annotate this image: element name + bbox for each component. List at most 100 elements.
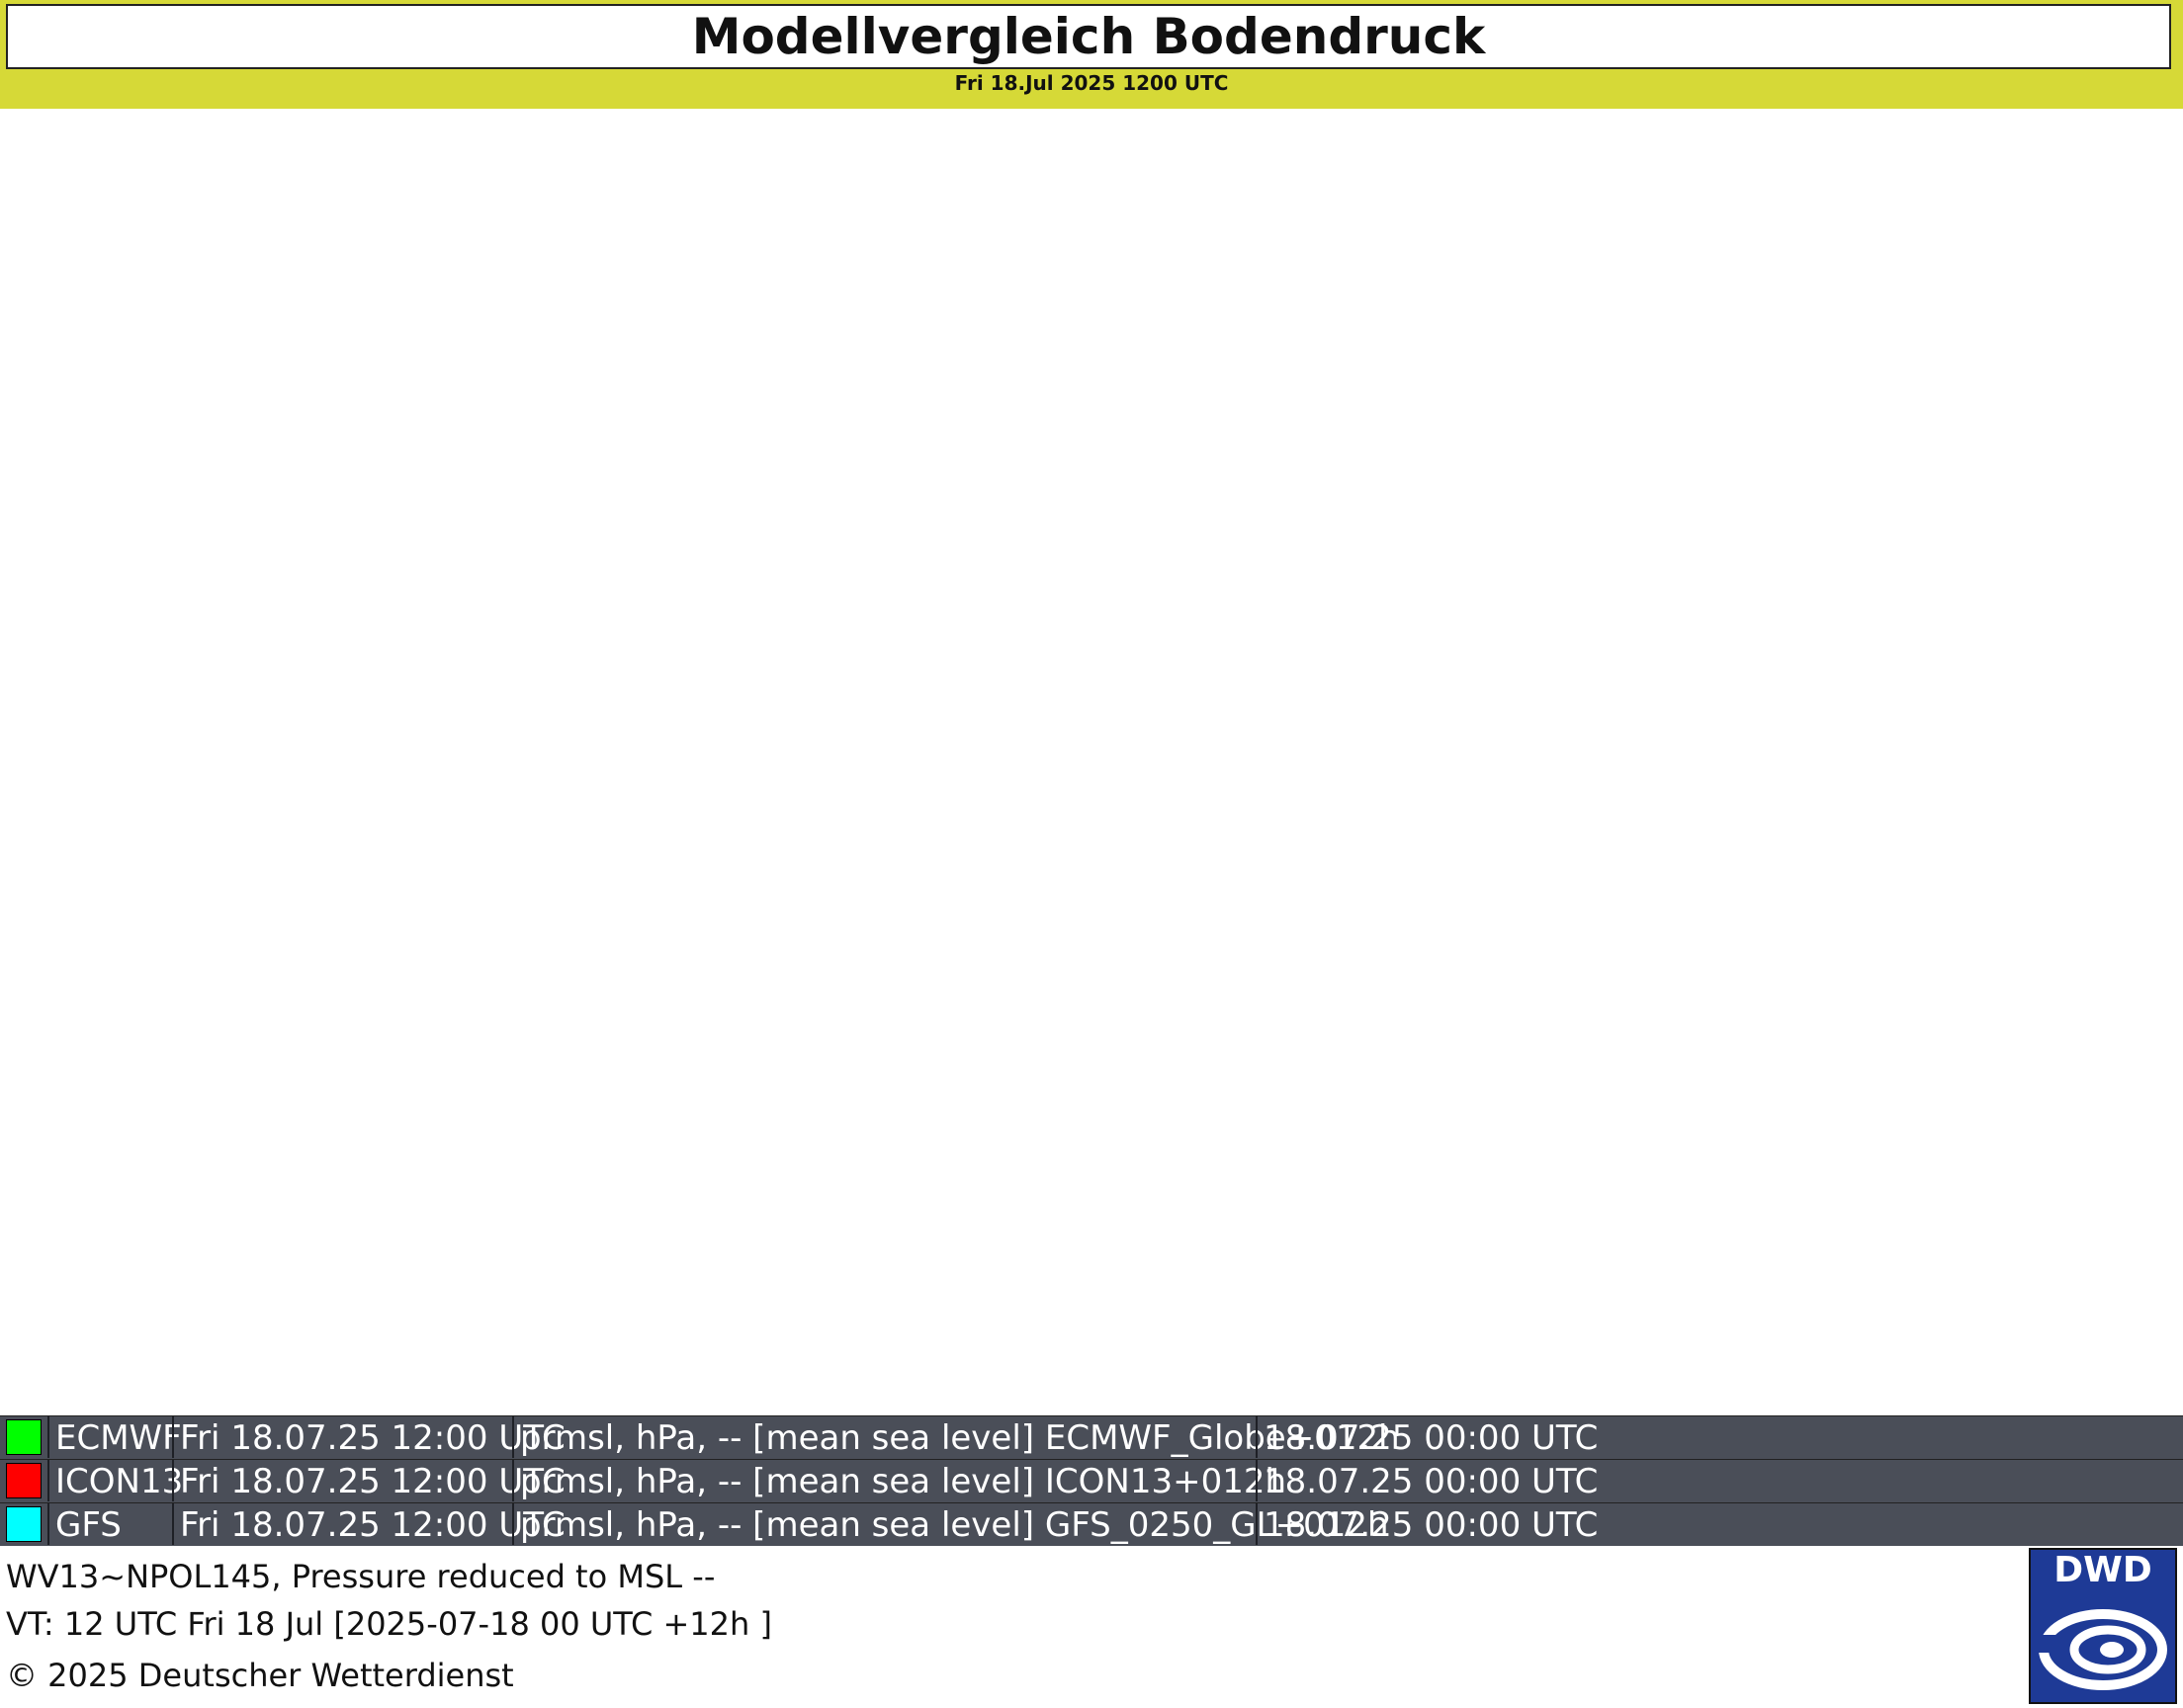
high-marker: H — [464, 516, 490, 554]
legend-row-gfs: GFS Fri 18.07.25 12:00 UTC prmsl, hPa, -… — [0, 1502, 2183, 1545]
high-marker: H — [2037, 633, 2063, 670]
high-marker: H — [1798, 1360, 1825, 1398]
page-title: Modellvergleich Bodendruck — [691, 8, 1486, 65]
high-marker: H — [432, 502, 459, 540]
isobar-label: 1012 — [78, 1181, 167, 1247]
low-marker: T — [190, 860, 212, 897]
legend-model: GFS — [55, 1505, 122, 1545]
title-box: Modellvergleich Bodendruck — [6, 4, 2171, 69]
high-marker: H — [561, 608, 587, 645]
legend-valid-time: Fri 18.07.25 12:00 UTC — [180, 1418, 566, 1458]
isobar-label: 1012 — [22, 626, 76, 715]
low-marker: T — [1472, 811, 1494, 848]
graticule-label: 0 — [499, 1317, 517, 1349]
legend-description: prmsl, hPa, -- [mean sea level] GFS_0250… — [520, 1505, 1389, 1545]
high-marker: H — [1868, 1190, 1894, 1228]
low-marker: T — [1286, 148, 1308, 186]
high-marker: H — [469, 1396, 495, 1415]
high-marker: H — [1909, 947, 1936, 984]
graticule-label: 85 — [615, 168, 651, 201]
graticule-label: 150 — [1271, 170, 1324, 203]
svalbard-landmass — [750, 1185, 940, 1415]
high-marker: H — [347, 330, 374, 368]
low-marker: T — [203, 561, 224, 599]
isobar-label: 1012 — [87, 222, 170, 257]
dwd-logo-text: DWD — [2053, 1550, 2152, 1590]
map-canvas: 1012 1012 1008 1012 1012 1012 1012 1012 … — [0, 0, 2183, 1415]
high-marker: H — [855, 1240, 882, 1278]
graticule-label: 120 — [1776, 285, 1828, 317]
isobar-label: 1008 — [974, 681, 1059, 760]
high-marker: H — [412, 516, 439, 554]
legend-row-ecmwf: ECMWF Fri 18.07.25 12:00 UTC prmsl, hPa,… — [0, 1415, 2183, 1458]
graticule-label: 60 — [364, 293, 399, 325]
gfs-isobars — [0, 108, 2176, 1415]
low-marker: T — [37, 283, 58, 320]
high-marker: H — [547, 581, 573, 619]
isobar-label: 1004 — [1999, 1261, 2088, 1327]
low-marker: T — [209, 498, 230, 536]
graticule-label: 90 — [2104, 879, 2139, 911]
legend-model: ECMWF — [55, 1418, 182, 1458]
high-marker: H — [1981, 702, 2008, 739]
graticule-label: 75 — [77, 1301, 113, 1333]
high-marker: H — [353, 387, 380, 425]
valid-time-subtitle: Fri 18.Jul 2025 1200 UTC — [954, 71, 1229, 95]
isobar-label: 1016 — [463, 1228, 552, 1282]
legend-valid-time: Fri 18.07.25 12:00 UTC — [180, 1462, 566, 1501]
low-marker: T — [805, 1374, 827, 1411]
low-marker: T — [74, 1026, 96, 1064]
severnaya-zemlya — [1858, 572, 2166, 762]
graticule-label: 90 — [1076, 289, 1111, 321]
high-marker: H — [395, 200, 422, 237]
legend-run-time: 18.07.25 00:00 UTC — [1264, 1505, 1599, 1545]
legend-run-time: 18.07.25 00:00 UTC — [1264, 1462, 1599, 1501]
isobar-label: 1008 — [1105, 906, 1177, 995]
legend-description: prmsl, hPa, -- [mean sea level] ICON13+0… — [520, 1462, 1287, 1501]
legend-row-icon13: ICON13 Fri 18.07.25 12:00 UTC prmsl, hPa… — [0, 1459, 2183, 1501]
dwd-swirl-icon — [2039, 1609, 2167, 1690]
high-marker: H — [302, 890, 328, 927]
isobar-label: 1012 — [601, 637, 667, 726]
graticule-labels: 85 90 150 60 90 120 30 90 75 0 60 — [54, 168, 2139, 1349]
pressure-map: 1012 1012 1008 1012 1012 1012 1012 1012 … — [0, 0, 2183, 1415]
legend-run-time: 18.07.25 00:00 UTC — [1264, 1418, 1599, 1458]
isobar-labels: 1012 1012 1008 1012 1012 1012 1012 1012 … — [12, 92, 2088, 1415]
isobar-label: 1000 — [1767, 198, 1801, 281]
legend-swatch — [6, 1419, 42, 1455]
high-marker: H — [410, 875, 437, 912]
isobar-label: 1000 — [1997, 245, 2084, 321]
low-marker: T — [543, 870, 565, 907]
title-bar: Modellvergleich Bodendruck Fri 18.Jul 20… — [0, 0, 2183, 109]
isobar-label: 1012 — [17, 515, 77, 604]
greenland-fjords — [119, 138, 514, 929]
isobar-label: 1008 — [218, 755, 303, 834]
isobar-label: 1012 — [585, 221, 656, 310]
isobar-label: 1016 — [333, 1239, 422, 1298]
legend-valid-time: Fri 18.07.25 12:00 UTC — [180, 1505, 566, 1545]
high-marker: H — [533, 1323, 560, 1360]
valid-time-line: VT: 12 UTC Fri 18 Jul [2025-07-18 00 UTC… — [6, 1605, 772, 1643]
isobar-label: 1012 — [12, 845, 60, 932]
high-marker: H — [1557, 982, 1584, 1020]
low-marker: T — [383, 761, 404, 799]
high-marker: H — [369, 247, 395, 285]
low-marker: T — [1406, 855, 1428, 893]
graticule — [0, 0, 2183, 1415]
isobar-label: 1012 — [207, 1112, 296, 1178]
legend-model: ICON13 — [55, 1462, 184, 1501]
graticule-label: 60 — [1669, 1311, 1704, 1343]
high-marker: H — [793, 1250, 820, 1288]
low-marker: T — [266, 652, 288, 690]
low-marker: T — [1697, 1232, 1718, 1269]
icon13-isobars — [0, 107, 2183, 1415]
ocean — [0, 0, 2183, 1415]
product-line: WV13~NPOL145, Pressure reduced to MSL -- — [6, 1558, 716, 1595]
isobar-label: 1008 — [84, 373, 169, 452]
low-marker: T — [2046, 275, 2067, 312]
isobar-label: 1008 — [857, 555, 917, 643]
franz-josef-land — [1363, 968, 1563, 1167]
isobar-label: 1000 — [1233, 255, 1320, 300]
isobar-label: 1004 — [987, 167, 1053, 256]
legend-swatch — [6, 1463, 42, 1498]
